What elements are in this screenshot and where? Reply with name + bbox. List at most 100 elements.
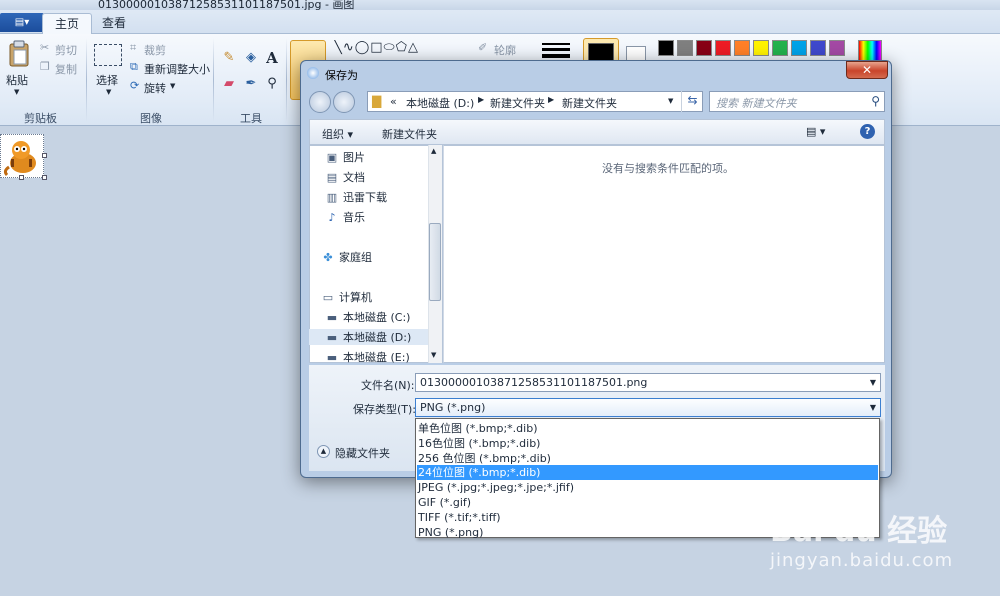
- rotate-icon: ⟳: [130, 79, 140, 92]
- nav-item-label: 图片: [343, 151, 365, 164]
- address-dropdown-icon[interactable]: ▼: [668, 97, 673, 105]
- nav-scrollbar-thumb[interactable]: [429, 223, 441, 301]
- crop-button[interactable]: 裁剪: [144, 42, 166, 58]
- save-type-select[interactable]: PNG (*.png) ▼: [415, 398, 881, 417]
- forward-button[interactable]: [333, 91, 355, 113]
- save-type-option[interactable]: 单色位图 (*.bmp;*.dib): [417, 421, 878, 436]
- size-icon[interactable]: [542, 42, 570, 58]
- nav-item[interactable]: ▭ 计算机: [321, 289, 372, 305]
- breadcrumb-folder[interactable]: 新建文件夹: [490, 95, 545, 111]
- palette-color-swatch[interactable]: [791, 40, 807, 56]
- crop-icon: ⌗: [130, 41, 137, 54]
- breadcrumb-subfolder[interactable]: 新建文件夹: [562, 95, 617, 111]
- select-button[interactable]: 选择: [96, 72, 118, 88]
- paste-icon[interactable]: [8, 40, 30, 68]
- tab-home[interactable]: 主页: [42, 13, 93, 35]
- nav-item[interactable]: ▤ 文档: [325, 169, 365, 185]
- drive-icon: ▬: [326, 351, 338, 364]
- dialog-toolbar: 组织 ▾ 新建文件夹 ▤ ▾ ?: [309, 119, 885, 145]
- resize-handle[interactable]: [19, 175, 24, 180]
- canvas-image[interactable]: [0, 134, 44, 178]
- breadcrumb-separator: ▶: [548, 95, 555, 104]
- palette-color-swatch[interactable]: [772, 40, 788, 56]
- ribbon-separator: [213, 38, 214, 122]
- palette-color-swatch[interactable]: [677, 40, 693, 56]
- tab-view[interactable]: 查看: [90, 13, 138, 35]
- nav-item-label: 文档: [343, 171, 365, 184]
- save-type-option[interactable]: 24位位图 (*.bmp;*.dib): [417, 465, 878, 481]
- nav-item-label: 本地磁盘 (C:): [343, 311, 411, 324]
- address-bar[interactable]: ▇ « 本地磁盘 (D:) ▶ 新建文件夹 ▶ 新建文件夹 ▼: [367, 91, 703, 112]
- rotate-dropdown-icon[interactable]: ▼: [170, 82, 175, 90]
- empty-message: 没有与搜索条件匹配的项。: [602, 162, 734, 175]
- select-icon[interactable]: [94, 44, 122, 66]
- folder-icon: ▇: [372, 94, 382, 108]
- resize-handle[interactable]: [42, 175, 47, 180]
- watermark-brand: Bai du 经验: [770, 514, 948, 549]
- close-button[interactable]: ✕: [846, 61, 888, 79]
- pictures-icon: ▣: [326, 151, 338, 164]
- nav-item[interactable]: ▬ 本地磁盘 (E:): [325, 349, 410, 365]
- organize-button[interactable]: 组织 ▾: [322, 126, 353, 142]
- drive-icon: ▬: [326, 311, 338, 324]
- color-picker-icon[interactable]: ✒: [242, 76, 260, 94]
- search-icon[interactable]: ⚲: [871, 94, 880, 108]
- search-box[interactable]: 搜索 新建文件夹 ⚲: [709, 91, 885, 112]
- refresh-button[interactable]: ⇆: [681, 91, 703, 112]
- fill-icon[interactable]: ◈: [242, 50, 260, 68]
- filename-input[interactable]: 01300000103871258531101187501.png ▼: [415, 373, 881, 392]
- filename-dropdown-icon[interactable]: ▼: [870, 378, 876, 387]
- nav-item[interactable]: ▬ 本地磁盘 (D:): [309, 329, 428, 345]
- window-title-bar: 01300000103871258531101187501.jpg - 画图: [0, 0, 1000, 10]
- palette-color-swatch[interactable]: [696, 40, 712, 56]
- ribbon-separator: [86, 38, 87, 122]
- scroll-up-icon[interactable]: ▲: [431, 147, 436, 155]
- homegroup-icon: ✤: [323, 251, 333, 264]
- save-type-dropdown-icon[interactable]: ▼: [870, 403, 876, 412]
- palette-color-swatch[interactable]: [753, 40, 769, 56]
- computer-icon: ▭: [322, 291, 334, 304]
- nav-item[interactable]: ✤ 家庭组: [321, 249, 372, 265]
- save-type-option[interactable]: 256 色位图 (*.bmp;*.dib): [417, 451, 878, 466]
- image-group-label: 图像: [140, 112, 162, 125]
- outline-button[interactable]: 轮廓: [494, 42, 516, 58]
- help-icon[interactable]: ?: [860, 124, 875, 139]
- cut-button[interactable]: 剪切: [55, 42, 77, 58]
- save-type-option[interactable]: 16色位图 (*.bmp;*.dib): [417, 436, 878, 451]
- nav-item[interactable]: ▬ 本地磁盘 (C:): [325, 309, 411, 325]
- palette-color-swatch[interactable]: [810, 40, 826, 56]
- nav-item[interactable]: ▥ 迅雷下载: [325, 189, 387, 205]
- nav-item-label: 本地磁盘 (E:): [343, 351, 410, 364]
- paste-dropdown-icon[interactable]: ▼: [14, 88, 19, 96]
- copy-button[interactable]: 复制: [55, 61, 77, 77]
- shapes-gallery[interactable]: ╲∿◯□⬭⬠△: [334, 40, 472, 58]
- palette-color-swatch[interactable]: [658, 40, 674, 56]
- paint-app-icon: [307, 67, 319, 79]
- nav-item[interactable]: ▣ 图片: [325, 149, 365, 165]
- filename-value: 01300000103871258531101187501.png: [420, 376, 648, 389]
- palette-color-swatch[interactable]: [829, 40, 845, 56]
- rotate-button[interactable]: 旋转: [144, 80, 166, 96]
- palette-color-swatch[interactable]: [734, 40, 750, 56]
- cut-icon: ✂: [40, 41, 50, 54]
- hide-folders-button[interactable]: 隐藏文件夹: [335, 445, 390, 461]
- eraser-icon[interactable]: ▰: [220, 76, 238, 94]
- resize-button[interactable]: 重新调整大小: [144, 61, 210, 77]
- back-button[interactable]: [309, 91, 331, 113]
- breadcrumb-drive[interactable]: 本地磁盘 (D:): [406, 95, 474, 111]
- new-folder-button[interactable]: 新建文件夹: [382, 126, 437, 142]
- file-list[interactable]: 没有与搜索条件匹配的项。: [443, 145, 885, 363]
- drive-icon: ▬: [326, 331, 338, 344]
- palette-color-swatch[interactable]: [715, 40, 731, 56]
- paste-button[interactable]: 粘贴: [6, 72, 28, 88]
- paint-menu-button[interactable]: ▤▾: [0, 13, 44, 32]
- select-dropdown-icon[interactable]: ▼: [106, 88, 111, 96]
- hide-folders-icon[interactable]: ▲: [317, 445, 330, 458]
- pencil-icon[interactable]: ✎: [220, 50, 238, 68]
- scroll-down-icon[interactable]: ▼: [431, 351, 436, 359]
- text-icon[interactable]: A: [263, 49, 281, 67]
- view-options-icon[interactable]: ▤ ▾: [806, 125, 825, 138]
- resize-handle[interactable]: [42, 153, 47, 158]
- magnifier-icon[interactable]: ⚲: [263, 76, 281, 94]
- nav-item[interactable]: ♪ 音乐: [325, 209, 365, 225]
